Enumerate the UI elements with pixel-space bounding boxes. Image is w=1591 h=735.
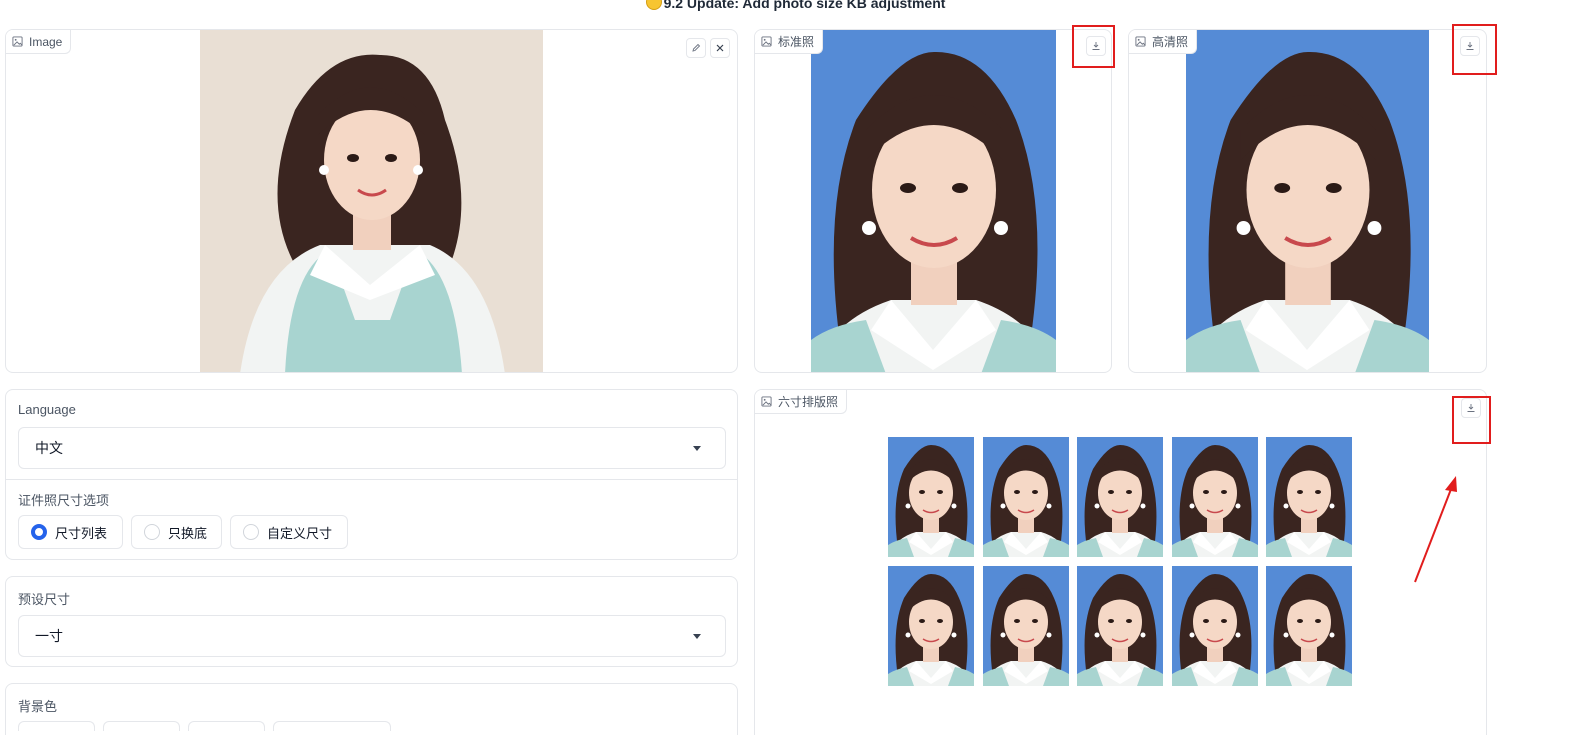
color-option-1[interactable] [18,721,95,731]
layout-thumbnail [888,437,974,557]
layout-photo-label-text: 六寸排版照 [778,395,839,409]
color-option-4[interactable] [273,721,391,731]
standard-photo-panel: 标准照 [754,29,1112,373]
radio-size-list-label: 尺寸列表 [55,525,108,541]
radio-size-list[interactable]: 尺寸列表 [18,515,123,549]
layout-thumbnail [1077,437,1163,557]
standard-photo [811,30,1056,372]
download-icon [1467,404,1475,412]
annotation-arrow [1414,476,1457,583]
preset-size-panel: 预设尺寸 一寸 [5,576,738,667]
language-size-panel: Language 中文 证件照尺寸选项 尺寸列表 只换底 自定义尺寸 [5,389,738,560]
chevron-down-icon [693,446,701,451]
download-icon [1466,42,1474,50]
layout-photo-panel: 六寸排版照 [754,389,1487,735]
update-banner: 9.2 Update: Add photo size KB adjustment [0,0,1591,13]
layout-thumbnail [982,566,1069,686]
standard-photo-label: 标准照 [755,30,824,54]
image-icon [1135,36,1146,47]
size-option-label: 证件照尺寸选项 [18,493,110,508]
radio-custom-size[interactable]: 自定义尺寸 [230,515,348,549]
preset-size-label: 预设尺寸 [18,592,71,607]
standard-download-button[interactable] [1086,36,1106,56]
image-icon [12,36,23,47]
hd-photo [1186,30,1429,372]
edit-button[interactable] [686,38,706,58]
layout-thumbnail [1171,566,1258,686]
preset-size-value: 一寸 [35,628,63,644]
language-label: Language [18,402,76,417]
layout-thumbnail [1266,437,1352,557]
layout-thumbnail [1171,437,1258,557]
input-image-panel[interactable]: Image [5,29,738,373]
close-icon [716,44,724,52]
color-option-2[interactable] [103,721,180,731]
layout-thumbnail [888,566,974,686]
layout-download-button[interactable] [1461,398,1481,418]
hd-photo-panel: 高清照 [1128,29,1487,373]
hd-photo-label: 高清照 [1129,30,1198,54]
section-divider [6,479,737,480]
layout-thumbnail [982,437,1069,557]
layout-photo-label: 六寸排版照 [755,390,848,414]
pencil-icon [692,43,701,52]
image-icon [761,396,772,407]
language-dropdown[interactable]: 中文 [18,427,726,469]
input-photo [200,30,543,372]
language-value: 中文 [35,440,63,456]
radio-change-bg-only[interactable]: 只换底 [131,515,222,549]
input-image-label: Image [6,30,72,54]
hd-download-button[interactable] [1460,36,1480,56]
radio-custom-size-label: 自定义尺寸 [267,525,333,541]
background-color-label: 背景色 [18,699,58,714]
layout-thumbnail [1266,566,1352,686]
preset-size-dropdown[interactable]: 一寸 [18,615,726,657]
hd-photo-label-text: 高清照 [1152,35,1189,49]
color-option-3[interactable] [188,721,265,731]
layout-photo-grid [888,437,1354,687]
layout-thumbnail [1077,566,1163,686]
standard-photo-label-text: 标准照 [778,35,815,49]
chevron-down-icon [693,634,701,639]
radio-unchecked-icon [144,524,160,540]
radio-change-bg-only-label: 只换底 [168,525,208,541]
radio-unchecked-icon [243,524,259,540]
download-icon [1092,42,1100,50]
smiley-icon [645,0,662,10]
radio-checked-icon [31,524,47,540]
banner-text: 9.2 Update: Add photo size KB adjustment [663,0,946,11]
background-color-panel: 背景色 [5,683,738,735]
input-image-label-text: Image [29,34,63,49]
image-icon [761,36,772,47]
clear-button[interactable] [710,38,730,58]
